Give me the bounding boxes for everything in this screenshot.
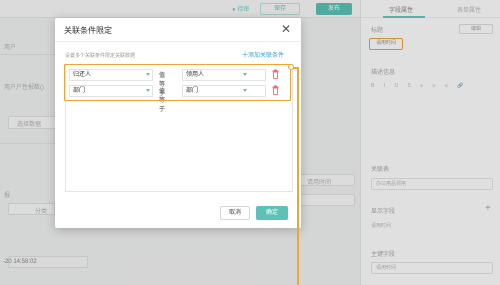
dialog-hint: 设置多个关联条件限定关联数据 <box>65 53 136 59</box>
callout-line <box>297 67 299 285</box>
add-condition-link[interactable]: 十添加关联条件 <box>242 50 284 59</box>
callout-dot <box>288 64 294 70</box>
condition-rows-highlight <box>64 64 291 101</box>
dialog-title: 关联条件限定 <box>64 26 112 35</box>
close-icon[interactable]: ✕ <box>281 22 291 36</box>
relation-condition-dialog: 关联条件限定 ✕ 设置多个关联条件限定关联数据 十添加关联条件 归还人 值等于 … <box>55 18 301 228</box>
confirm-button[interactable]: 确定 <box>256 206 288 220</box>
cancel-button[interactable]: 取消 <box>220 206 250 220</box>
dialog-header: 关联条件限定 ✕ <box>55 18 301 42</box>
